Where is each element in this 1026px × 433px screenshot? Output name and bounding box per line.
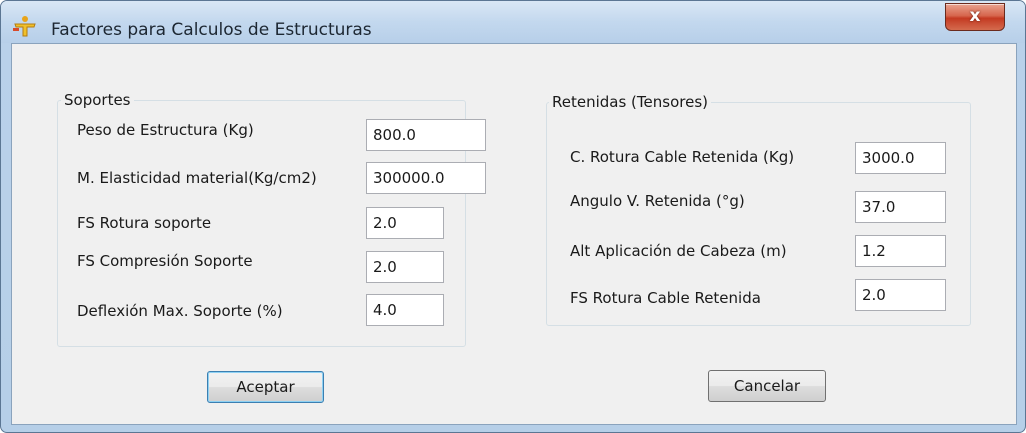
fs-rotura-soporte-input[interactable] xyxy=(366,207,444,239)
angulo-retenida-label: Angulo V. Retenida (°g) xyxy=(570,192,745,210)
peso-estructura-input[interactable] xyxy=(366,119,486,151)
close-button[interactable]: x xyxy=(945,3,1005,31)
angulo-retenida-input[interactable] xyxy=(855,191,946,223)
dialog-client-area: Soportes Peso de Estructura (Kg) M. Elas… xyxy=(11,43,1017,425)
alt-aplicacion-label: Alt Aplicación de Cabeza (m) xyxy=(570,242,787,260)
soportes-group-title: Soportes xyxy=(61,91,134,109)
elasticidad-input[interactable] xyxy=(366,162,486,194)
deflexion-max-label: Deflexión Max. Soporte (%) xyxy=(77,302,283,320)
retenidas-group-title: Retenidas (Tensores) xyxy=(549,93,711,111)
fs-compresion-soporte-label: FS Compresión Soporte xyxy=(77,252,253,270)
fs-rotura-cable-input[interactable] xyxy=(855,279,946,311)
fs-rotura-soporte-label: FS Rotura soporte xyxy=(77,214,212,232)
dialog-window: Factores para Calculos de Estructuras x … xyxy=(0,0,1026,433)
rotura-cable-label: C. Rotura Cable Retenida (Kg) xyxy=(570,148,795,166)
deflexion-max-input[interactable] xyxy=(366,294,444,326)
fs-compresion-soporte-input[interactable] xyxy=(366,251,444,283)
title-bar[interactable]: Factores para Calculos de Estructuras x xyxy=(1,1,1025,43)
cancel-button[interactable]: Cancelar xyxy=(708,370,826,402)
alt-aplicacion-input[interactable] xyxy=(855,235,946,267)
close-icon: x xyxy=(969,6,981,26)
rotura-cable-input[interactable] xyxy=(855,142,946,174)
fs-rotura-cable-label: FS Rotura Cable Retenida xyxy=(570,289,761,307)
accept-button[interactable]: Aceptar xyxy=(207,371,324,403)
peso-estructura-label: Peso de Estructura (Kg) xyxy=(77,121,254,139)
window-title: Factores para Calculos de Estructuras xyxy=(51,20,372,40)
elasticidad-label: M. Elasticidad material(Kg/cm2) xyxy=(77,169,317,187)
yellow-figure-icon xyxy=(13,15,37,37)
